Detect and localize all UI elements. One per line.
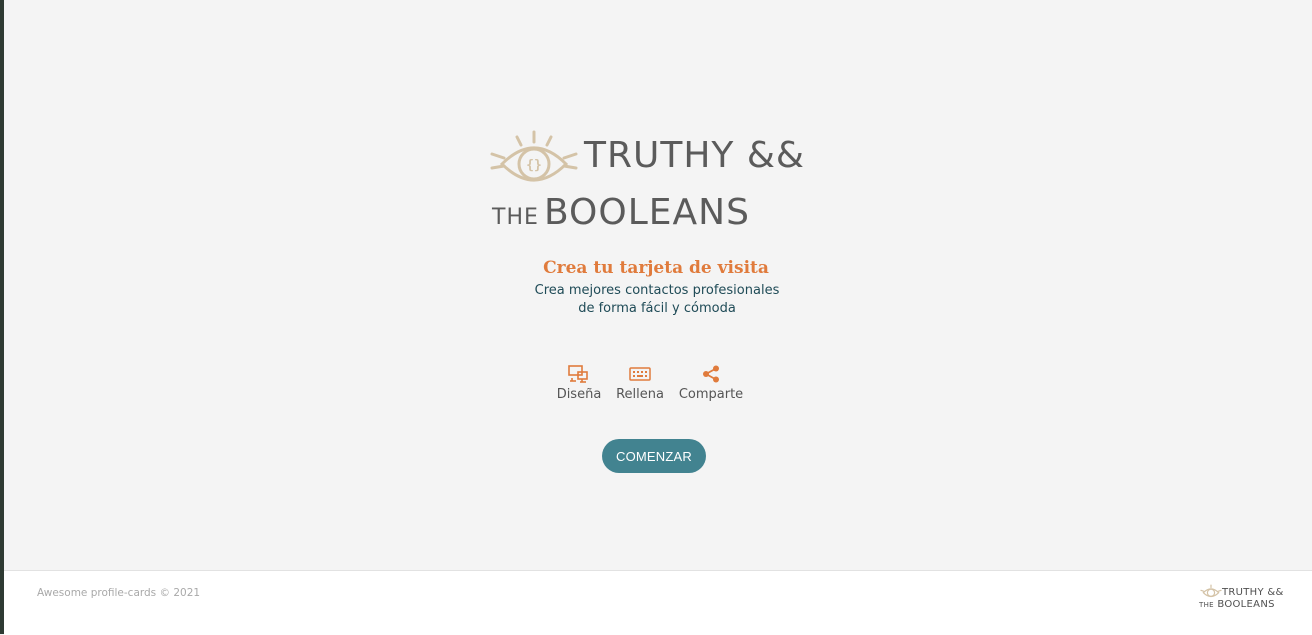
- brand-line2-big: BOOLEANS: [543, 192, 750, 233]
- hero-title: Crea tu tarjeta de visita: [543, 258, 769, 278]
- footer-logo-line2-small: THE: [1199, 601, 1214, 609]
- eye-braces-icon: {}: [490, 130, 578, 182]
- footer: Awesome profile-cards © 2021 TRUTHY && T…: [4, 570, 1312, 635]
- brand-line2-small: THE: [492, 205, 539, 230]
- start-button[interactable]: COMENZAR: [602, 439, 706, 473]
- footer-logo[interactable]: TRUTHY && THE BOOLEANS: [1198, 584, 1288, 614]
- footer-logo-line1: TRUTHY &&: [1222, 587, 1284, 598]
- feature-share: Comparte: [678, 364, 744, 402]
- brand-logo: {} TRUTHY && THE BOOLEANS: [488, 128, 828, 238]
- feature-label: Rellena: [616, 387, 664, 402]
- svg-text:{}: {}: [526, 158, 542, 173]
- brand-line1: TRUTHY &&: [584, 135, 805, 176]
- share-icon: [703, 365, 719, 383]
- feature-label: Diseña: [556, 387, 602, 402]
- hero-subtitle: Crea mejores contactos profesionales de …: [534, 283, 780, 316]
- eye-braces-icon: [1200, 584, 1222, 598]
- feature-design: Diseña: [555, 364, 603, 402]
- brand-line2: THE BOOLEANS: [492, 195, 750, 231]
- footer-logo-line2: THE BOOLEANS: [1199, 599, 1275, 610]
- copyright-text: Awesome profile-cards © 2021: [37, 587, 201, 599]
- design-icon: [568, 365, 588, 383]
- keyboard-icon: [629, 367, 651, 381]
- footer-logo-line2-big: BOOLEANS: [1217, 599, 1275, 610]
- feature-fill: Rellena: [615, 364, 665, 402]
- feature-label: Comparte: [678, 387, 744, 402]
